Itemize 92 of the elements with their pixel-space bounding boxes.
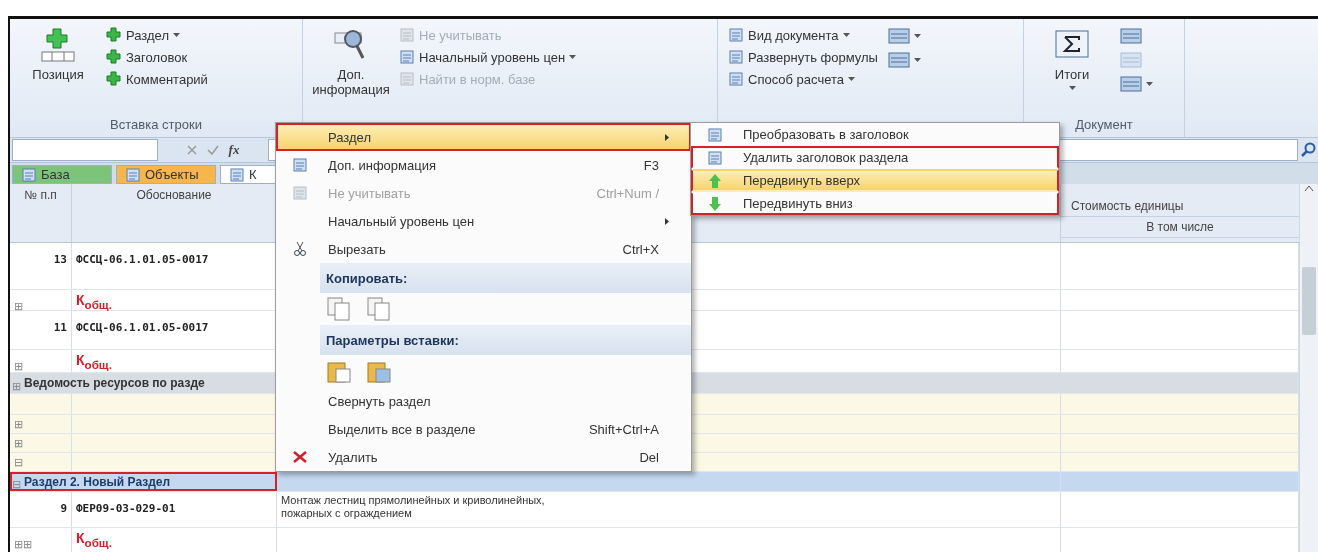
search-icon <box>1300 142 1316 158</box>
ribbon-icon-button[interactable] <box>1120 75 1153 93</box>
document-icon <box>728 27 744 43</box>
menu-item[interactable]: Передвинуть вверх <box>691 169 1059 192</box>
document-icon <box>21 166 37 183</box>
document-icon <box>399 27 415 43</box>
scissors-icon <box>292 241 308 257</box>
arrow-up-icon <box>707 172 723 189</box>
toolbar-icon <box>1120 27 1142 45</box>
row-number: 9 <box>60 501 67 515</box>
scroll-up-icon <box>1304 184 1314 192</box>
rate-code: ФССЦ-06.1.01.05-0017 <box>76 252 209 266</box>
cancel-icon <box>186 145 197 155</box>
ribbon-button[interactable]: Итоги <box>1034 25 1110 92</box>
sheet-tab[interactable]: Объекты <box>116 165 216 184</box>
expand-toggle[interactable]: ⊞ <box>14 299 23 313</box>
group-title: Ведомость ресурсов по разде <box>24 376 205 390</box>
document-icon <box>707 126 723 143</box>
document-icon <box>229 166 245 183</box>
submenu-arrow-icon <box>665 133 669 141</box>
menu-item[interactable]: Свернуть раздел <box>276 387 691 415</box>
menu-item[interactable]: Преобразовать в заголовок <box>691 123 1059 146</box>
menu-item[interactable]: Выделить все в разделе Shift+Ctrl+A <box>276 415 691 443</box>
document-icon <box>728 71 744 87</box>
menu-section-header: Копировать: <box>320 263 691 293</box>
work-description: Монтаж лестниц прямолинейных и криволинейных, пожарных с ограждением <box>281 494 546 520</box>
section-header[interactable]: ⊟ Раздел 2. Новый Раздел <box>10 472 277 491</box>
caret-icon <box>1068 86 1076 90</box>
toolbar-icon <box>1120 51 1142 69</box>
caret-icon <box>569 55 577 59</box>
caret-icon <box>913 58 921 62</box>
document-icon <box>399 71 415 87</box>
ribbon-button[interactable]: Комментарий <box>106 71 208 87</box>
ribbon-button[interactable]: Начальный уровень цен <box>399 49 577 65</box>
coefficient-label: К$_{общ.}$ <box>76 530 112 551</box>
row-number: 13 <box>53 252 67 266</box>
toolbar-icon <box>887 27 910 45</box>
caret-icon <box>1146 82 1153 86</box>
rate-code: ФЕР09-03-029-01 <box>76 501 176 515</box>
plus-icon <box>106 49 122 65</box>
ribbon-icon-button[interactable] <box>887 27 921 45</box>
menu-section-header: Параметры вставки: <box>320 325 691 355</box>
plus-icon <box>106 27 122 43</box>
insert-row-icon <box>40 27 76 63</box>
expand-toggle[interactable]: ⊞ <box>14 359 23 373</box>
ribbon-icon-button[interactable] <box>887 51 921 69</box>
toolbar-icon <box>887 51 910 69</box>
menu-item[interactable]: Вырезать Ctrl+X <box>276 235 691 263</box>
name-box-field[interactable] <box>12 139 158 161</box>
menu-item[interactable]: Начальный уровень цен <box>276 207 691 235</box>
column-header: В том числе <box>1061 216 1299 238</box>
scrollbar[interactable] <box>1299 184 1318 552</box>
coefficient-label: К$_{общ.}$ <box>76 292 112 313</box>
ribbon-button[interactable]: Позиция <box>20 25 96 84</box>
menu-item[interactable]: Удалить Del <box>276 443 691 471</box>
document-icon <box>707 149 723 166</box>
arrow-down-icon <box>707 195 723 212</box>
coefficient-label: К$_{общ.}$ <box>76 352 112 373</box>
plus-icon <box>106 71 122 87</box>
column-header: Стоимость единицы <box>1070 198 1185 215</box>
rate-code: ФССЦ-06.1.01.05-0017 <box>76 320 209 334</box>
check-icon <box>206 145 219 155</box>
menu-item[interactable]: Передвинуть вниз <box>691 192 1059 215</box>
submenu-arrow-icon <box>665 217 669 225</box>
delete-icon <box>292 449 308 465</box>
function-label[interactable]: fx <box>228 142 240 158</box>
document-icon <box>292 157 308 173</box>
group-label: Документ <box>1075 117 1133 134</box>
ribbon-button[interactable]: Вид документа <box>728 27 878 43</box>
caret-icon <box>913 34 921 38</box>
document-icon <box>292 185 308 201</box>
expand-toggle[interactable]: ⊞ <box>23 537 32 551</box>
toolbar-icon <box>1120 75 1142 93</box>
document-icon <box>399 49 415 65</box>
ribbon-button[interactable]: Способ расчета <box>728 71 878 87</box>
section-title: Раздел 2. Новый Раздел <box>24 474 171 489</box>
caret-icon <box>848 77 855 81</box>
scroll-thumb[interactable] <box>1302 267 1316 335</box>
caret-icon <box>842 33 850 37</box>
caret-icon <box>172 33 180 37</box>
row-number: 11 <box>53 320 67 334</box>
group-label: Вставка строки <box>110 117 202 134</box>
ribbon-button[interactable]: Заголовок <box>106 49 208 65</box>
menu-item[interactable]: Раздел <box>276 123 691 151</box>
ribbon-button[interactable]: Раздел <box>106 27 208 43</box>
document-icon <box>728 49 744 65</box>
ribbon-button[interactable]: Доп. информация <box>313 25 389 99</box>
document-icon <box>125 166 141 183</box>
column-header: № п.п <box>10 184 72 242</box>
ribbon-button[interactable]: Развернуть формулы <box>728 49 878 65</box>
expand-toggle[interactable]: ⊞ <box>14 537 23 551</box>
sheet-tab[interactable]: База <box>12 165 112 184</box>
